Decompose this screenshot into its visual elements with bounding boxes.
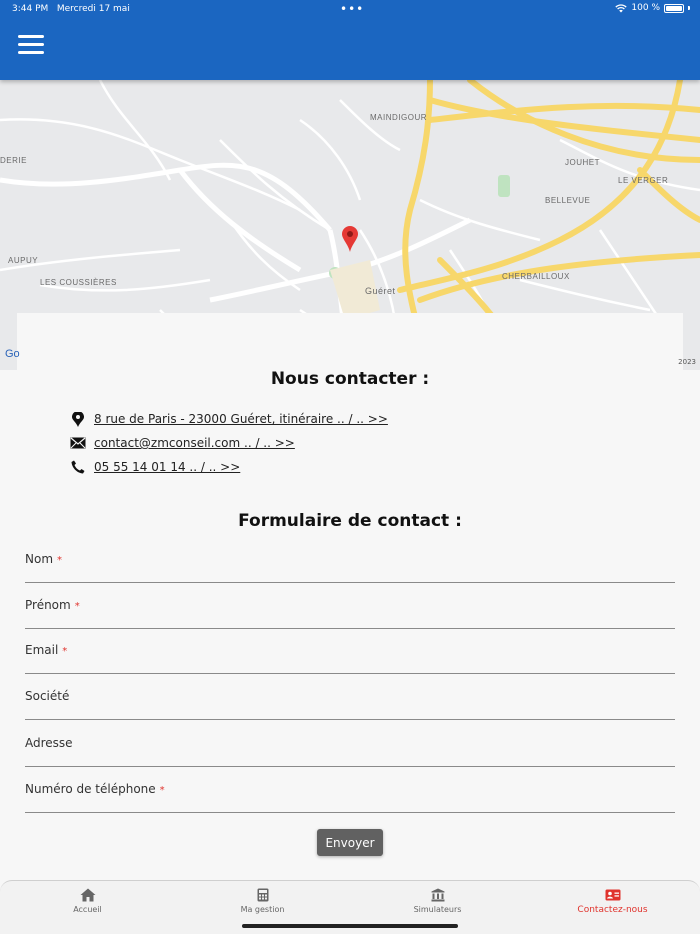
google-logo: Go (5, 348, 20, 360)
nav-contactez-nous[interactable]: Contactez-nous (525, 887, 700, 915)
envelope-icon (70, 435, 86, 451)
nom-field[interactable]: Nom * (25, 547, 675, 583)
svg-text:LE VERGER: LE VERGER (618, 176, 668, 185)
status-date: Mercredi 17 mai (56, 4, 130, 14)
email-row: contact@zmconseil.com .. / .. >> (70, 435, 295, 451)
prenom-field[interactable]: Prénom * (25, 593, 675, 629)
svg-text:DERIE: DERIE (0, 156, 27, 165)
location-pin-icon (70, 411, 86, 427)
bank-icon (350, 887, 525, 903)
telephone-field[interactable]: Numéro de téléphone * (25, 777, 675, 813)
home-indicator (242, 924, 458, 928)
contact-title: Nous contacter : (270, 369, 430, 389)
calculator-icon (175, 887, 350, 903)
nav-accueil-label: Accueil (73, 905, 102, 914)
app-bar: 3:44 PM Mercredi 17 mai ••• 100 % (0, 0, 700, 80)
menu-icon[interactable] (18, 35, 44, 55)
send-button[interactable]: Envoyer (317, 829, 383, 856)
prenom-label: Prénom * (25, 598, 80, 612)
nav-accueil[interactable]: Accueil (0, 887, 175, 914)
battery-text: 100 % (631, 3, 660, 13)
nav-simulateurs[interactable]: Simulateurs (350, 887, 525, 914)
svg-text:AUPUY: AUPUY (8, 256, 38, 265)
multitask-dots[interactable]: ••• (340, 2, 364, 16)
status-right: 100 % (615, 3, 690, 13)
status-bar: 3:44 PM Mercredi 17 mai ••• 100 % (0, 0, 700, 20)
adresse-label: Adresse (25, 736, 73, 750)
telephone-label: Numéro de téléphone * (25, 782, 165, 796)
phone-icon (70, 459, 86, 475)
adresse-field[interactable]: Adresse (25, 731, 675, 767)
nav-simulateurs-label: Simulateurs (413, 905, 462, 914)
wifi-icon (615, 3, 628, 13)
form-title: Formulaire de contact : (238, 511, 462, 531)
email-link[interactable]: contact@zmconseil.com .. / .. >> (94, 436, 295, 450)
nav-ma-gestion-label: Ma gestion (240, 905, 285, 914)
nav-ma-gestion[interactable]: Ma gestion (175, 887, 350, 914)
email-field[interactable]: Email * (25, 638, 675, 674)
svg-text:LES COUSSIÈRES: LES COUSSIÈRES (40, 278, 117, 287)
battery-cap (688, 6, 690, 10)
societe-field[interactable]: Société (25, 684, 675, 720)
societe-label: Société (25, 689, 70, 703)
battery-icon (664, 3, 684, 13)
phone-link[interactable]: 05 55 14 01 14 .. / .. >> (94, 460, 240, 474)
svg-text:BELLEVUE: BELLEVUE (545, 196, 590, 205)
address-link[interactable]: 8 rue de Paris - 23000 Guéret, itinérair… (94, 412, 388, 426)
phone-row: 05 55 14 01 14 .. / .. >> (70, 459, 240, 475)
svg-text:Guéret: Guéret (365, 286, 396, 296)
home-icon (0, 887, 175, 903)
contact-card-icon (525, 887, 700, 903)
nav-contactez-nous-label: Contactez-nous (577, 905, 648, 915)
map-copyright: 2023 (678, 358, 696, 366)
svg-text:MAINDIGOUR: MAINDIGOUR (370, 113, 427, 122)
status-time: 3:44 PM Mercredi 17 mai (12, 4, 130, 14)
address-row: 8 rue de Paris - 23000 Guéret, itinérair… (70, 411, 388, 427)
svg-text:CHERBAILLOUX: CHERBAILLOUX (502, 272, 570, 281)
nom-label: Nom * (25, 552, 63, 566)
svg-text:JOUHET: JOUHET (565, 158, 600, 167)
email-label: Email * (25, 643, 68, 657)
